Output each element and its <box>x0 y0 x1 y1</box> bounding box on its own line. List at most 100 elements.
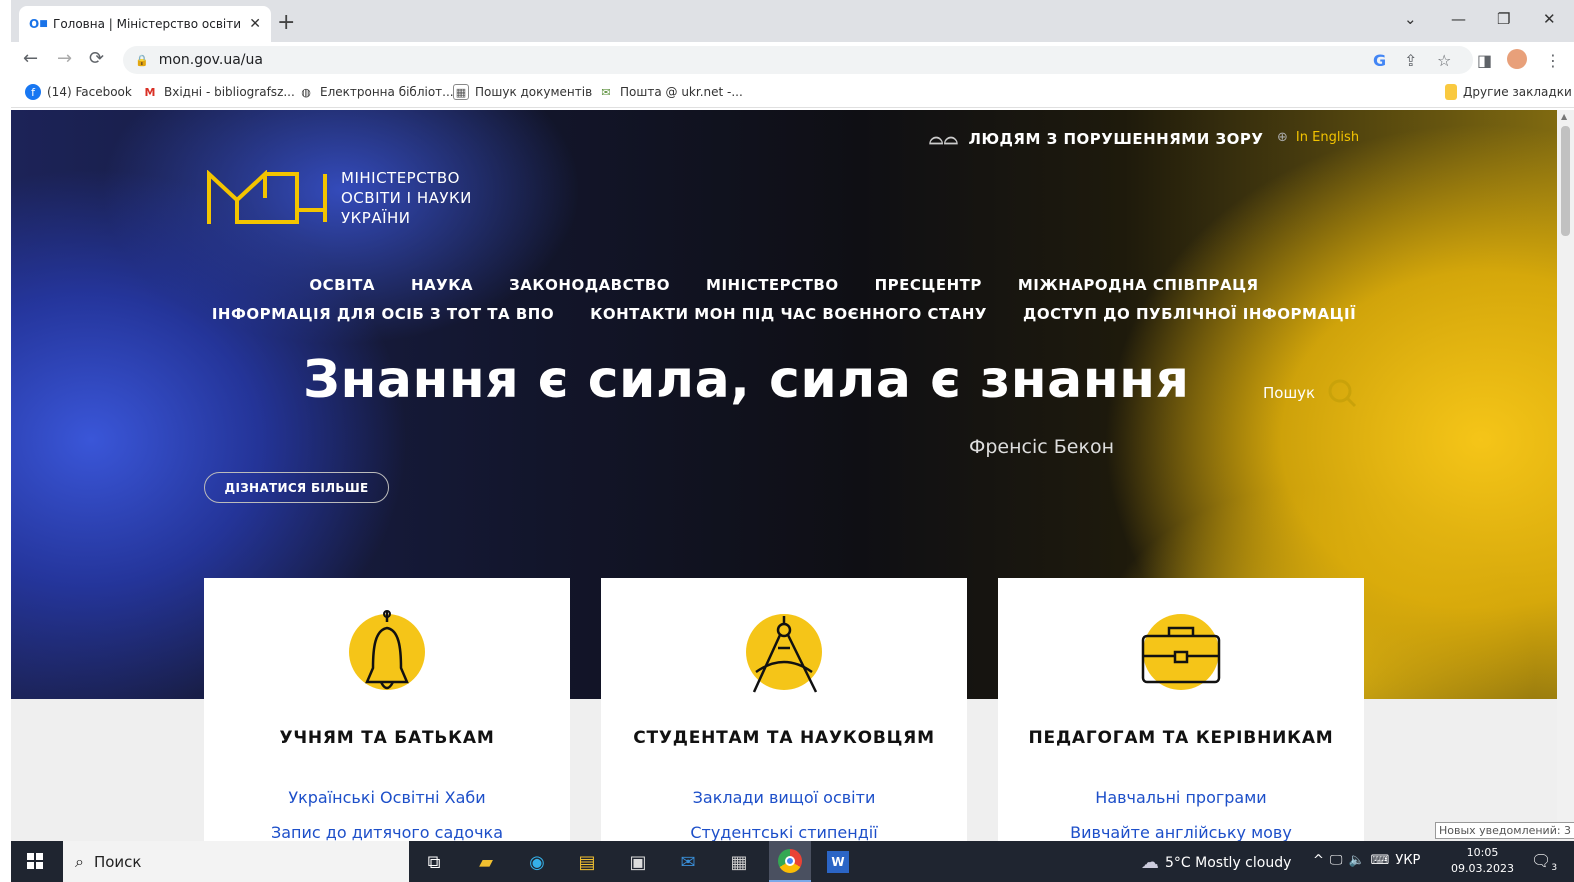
web-page: ⌓⌓ ЛЮДЯМ З ПОРУШЕННЯМИ ЗОРУ ⊕ In English… <box>11 110 1557 841</box>
quote-author: Френсіс Бекон <box>969 436 1114 458</box>
clock[interactable]: 10:05 09.03.2023 <box>1451 845 1514 877</box>
forward-button[interactable]: → <box>57 48 72 69</box>
image-icon: ▦ <box>453 84 469 100</box>
mon-logo-icon <box>207 170 327 224</box>
glasses-icon: ⌓⌓ <box>929 128 959 149</box>
card-link[interactable]: Студентські стипендії <box>601 823 967 841</box>
maximize-button[interactable]: ❐ <box>1497 10 1510 28</box>
chrome-icon[interactable] <box>769 841 811 882</box>
menu-item-nauka[interactable]: НАУКА <box>411 276 473 294</box>
browser-window: O ■ Головна | Міністерство освіти і… ✕ + … <box>11 0 1574 882</box>
file-manager-icon[interactable]: ▰ <box>473 849 499 875</box>
menu-item-tot-vpo[interactable]: ІНФОРМАЦІЯ ДЛЯ ОСІБ З ТОТ ТА ВПО <box>212 305 554 323</box>
word-icon[interactable]: W <box>827 851 849 873</box>
mail-icon: ✉ <box>601 85 611 99</box>
profile-avatar[interactable] <box>1507 49 1527 69</box>
tab-close-icon[interactable]: ✕ <box>249 16 261 32</box>
calculator-icon[interactable]: ▦ <box>726 849 752 875</box>
menu-item-ministry[interactable]: МІНІСТЕРСТВО <box>706 276 839 294</box>
bookmark-facebook[interactable]: f (14) Facebook <box>25 84 132 100</box>
logo-line: УКРАЇНИ <box>341 209 411 227</box>
bookmark-ukrnet[interactable]: ✉ Пошта @ ukr.net -... <box>598 84 742 100</box>
english-label: In English <box>1295 130 1360 145</box>
bookmark-star-icon[interactable]: ☆ <box>1437 51 1451 70</box>
reload-button[interactable]: ⟳ <box>89 48 104 69</box>
learn-more-button[interactable]: ДІЗНАТИСЯ БІЛЬШЕ <box>204 472 389 503</box>
logo-text: МІНІСТЕРСТВО ОСВІТИ І НАУКИ УКРАЇНИ <box>341 168 472 228</box>
notification-center-icon[interactable]: 🗨3 <box>1531 851 1557 873</box>
google-translate-icon[interactable]: G <box>1373 51 1386 70</box>
clock-time: 10:05 <box>1466 846 1499 859</box>
windows-taskbar: ⌕ Поиск ⧉ ▰ ◉ ▤ ▣ ✉ ▦ W ☁ 5°C Mostly clo… <box>11 841 1574 882</box>
keyboard-icon[interactable]: ⌨ <box>1371 853 1390 868</box>
card-students-parents: УЧНЯМ ТА БАТЬКАМ Українські Освітні Хаби… <box>204 578 570 841</box>
notification-tooltip: Новых уведомлений: 3 <box>1435 822 1574 839</box>
bookmark-docs[interactable]: ▦ Пошук документів <box>453 84 592 100</box>
menu-item-press[interactable]: ПРЕСЦЕНТР <box>875 276 982 294</box>
language-indicator[interactable]: УКР <box>1395 853 1420 868</box>
bookmark-gmail[interactable]: M Вхідні - bibliografsz... <box>142 84 295 100</box>
logo-line: МІНІСТЕРСТВО <box>341 169 460 187</box>
other-bookmarks-label: Другие закладки <box>1463 85 1572 99</box>
menu-item-osvita[interactable]: ОСВІТА <box>309 276 375 294</box>
mail-app-icon[interactable]: ✉ <box>675 849 701 875</box>
briefcase-icon <box>1141 614 1221 690</box>
minimize-button[interactable]: — <box>1451 10 1466 28</box>
bookmark-label: Електронна бібліот... <box>320 85 454 99</box>
globe-icon: ◍ <box>301 85 311 99</box>
task-view-icon[interactable]: ⧉ <box>421 849 447 875</box>
accessibility-link[interactable]: ⌓⌓ ЛЮДЯМ З ПОРУШЕННЯМИ ЗОРУ <box>929 128 1263 149</box>
ministry-logo[interactable]: МІНІСТЕРСТВО ОСВІТИ І НАУКИ УКРАЇНИ <box>207 168 472 228</box>
weather-widget[interactable]: ☁ 5°C Mostly cloudy <box>1141 852 1291 873</box>
card-link[interactable]: Вивчайте англійську мову <box>998 823 1364 841</box>
bookmarks-bar: f (14) Facebook M Вхідні - bibliografsz.… <box>11 78 1574 108</box>
address-bar[interactable]: 🔒 mon.gov.ua/ua <box>123 46 1473 74</box>
folder-icon <box>1445 84 1457 100</box>
card-link[interactable]: Навчальні програми <box>998 788 1364 807</box>
lock-icon[interactable]: 🔒 <box>135 54 149 67</box>
bookmark-library[interactable]: ◍ Електронна бібліот... <box>298 84 454 100</box>
menu-item-public-info[interactable]: ДОСТУП ДО ПУБЛІЧНОЇ ІНФОРМАЦІЇ <box>1023 305 1356 323</box>
menu-item-contacts[interactable]: КОНТАКТИ МОН ПІД ЧАС ВОЄННОГО СТАНУ <box>590 305 987 323</box>
taskbar-search[interactable]: ⌕ Поиск <box>63 841 409 882</box>
new-tab-button[interactable]: + <box>277 10 295 35</box>
site-search[interactable]: Пошук <box>1263 378 1357 408</box>
card-link[interactable]: Українські Освітні Хаби <box>204 788 570 807</box>
card-students-scientists: СТУДЕНТАМ ТА НАУКОВЦЯМ Заклади вищої осв… <box>601 578 967 841</box>
tray-chevron-icon[interactable]: ^ <box>1313 853 1324 868</box>
menu-item-legislation[interactable]: ЗАКОНОДАВСТВО <box>509 276 670 294</box>
scroll-up-icon[interactable]: ▲ <box>1561 112 1567 121</box>
system-tray: ^ 🖵 🔈 ⌨ УКР <box>1313 853 1420 868</box>
volume-icon[interactable]: 🔈 <box>1348 853 1364 868</box>
bookmark-label: (14) Facebook <box>47 85 132 99</box>
edge-icon[interactable]: ◉ <box>524 849 550 875</box>
main-menu-row-1: ОСВІТА НАУКА ЗАКОНОДАВСТВО МІНІСТЕРСТВО … <box>11 276 1557 294</box>
bookmark-label: Вхідні - bibliografsz... <box>164 85 295 99</box>
active-tab[interactable]: O ■ Головна | Міністерство освіти і… ✕ <box>19 6 271 42</box>
explorer-icon[interactable]: ▤ <box>574 849 600 875</box>
other-bookmarks[interactable]: Другие закладки <box>1445 84 1572 100</box>
accessibility-label: ЛЮДЯМ З ПОРУШЕННЯМИ ЗОРУ <box>968 129 1264 148</box>
card-link[interactable]: Запис до дитячого садочка <box>204 823 570 841</box>
scrollbar-thumb[interactable] <box>1561 126 1570 236</box>
close-window-button[interactable]: ✕ <box>1543 10 1556 28</box>
english-link[interactable]: ⊕ In English <box>1277 130 1359 145</box>
card-link[interactable]: Заклади вищої освіти <box>601 788 967 807</box>
cloud-icon: ☁ <box>1141 852 1159 873</box>
windows-start-icon[interactable] <box>27 853 43 869</box>
menu-kebab-icon[interactable]: ⋮ <box>1545 51 1561 70</box>
taskbar-search-label: Поиск <box>93 852 142 871</box>
back-button[interactable]: ← <box>23 48 38 69</box>
side-panel-icon[interactable]: ◨ <box>1477 51 1492 70</box>
compass-icon <box>746 614 822 693</box>
search-icon[interactable] <box>1327 378 1357 408</box>
share-icon[interactable]: ⇪ <box>1404 51 1417 70</box>
card-title: УЧНЯМ ТА БАТЬКАМ <box>279 728 495 748</box>
main-menu-row-2: ІНФОРМАЦІЯ ДЛЯ ОСІБ З ТОТ ТА ВПО КОНТАКТ… <box>11 305 1557 323</box>
page-scrollbar[interactable]: ▲ <box>1557 110 1574 841</box>
facebook-icon: f <box>25 84 41 100</box>
menu-item-international[interactable]: МІЖНАРОДНА СПІВПРАЦЯ <box>1018 276 1259 294</box>
network-icon[interactable]: 🖵 <box>1330 853 1343 868</box>
store-icon[interactable]: ▣ <box>625 849 651 875</box>
tab-search-chevron-icon[interactable]: ⌄ <box>1404 10 1417 28</box>
